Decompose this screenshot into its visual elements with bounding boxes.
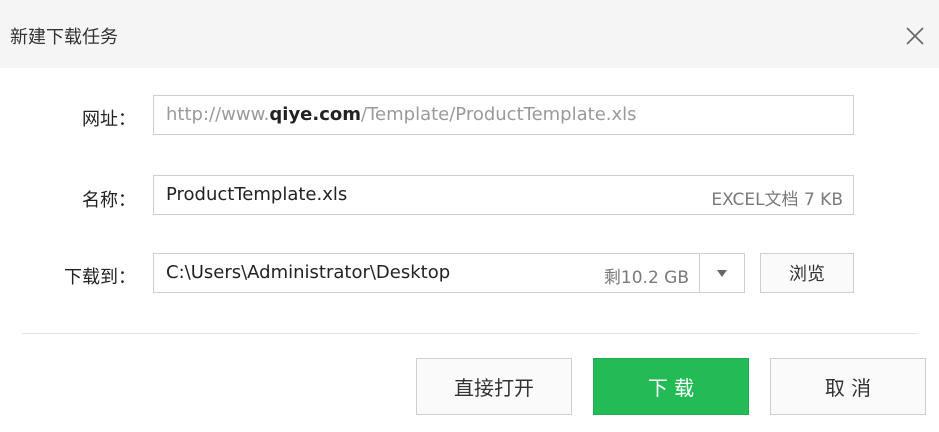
dialog-title: 新建下载任务	[10, 27, 118, 48]
url-path: /Template/ProductTemplate.xls	[361, 104, 637, 125]
url-domain: qiye.com	[269, 104, 362, 125]
chevron-down-icon	[717, 270, 727, 277]
name-label: 名称：	[82, 190, 136, 211]
filename-value: ProductTemplate.xls	[166, 184, 348, 205]
save-path-value: C:\Users\Administrator\Desktop	[166, 262, 451, 283]
browse-button[interactable]: 浏览	[760, 253, 854, 293]
close-icon[interactable]	[905, 26, 925, 46]
url-label: 网址：	[82, 109, 136, 130]
filename-field[interactable]: ProductTemplate.xls EXCEL文档 7 KB	[153, 175, 854, 215]
save-path-field[interactable]: C:\Users\Administrator\Desktop 剩10.2 GB	[153, 253, 700, 293]
download-button[interactable]: 下 载	[593, 358, 749, 415]
dialog-title-bar: 新建下载任务	[0, 0, 939, 68]
open-directly-button[interactable]: 直接打开	[416, 358, 572, 415]
save-path-dropdown[interactable]	[699, 253, 745, 293]
url-prefix: http://www.	[166, 104, 270, 125]
cancel-button[interactable]: 取 消	[770, 358, 926, 415]
file-info: EXCEL文档 7 KB	[711, 190, 843, 210]
divider	[22, 333, 917, 334]
url-field[interactable]: http://www.qiye.com/Template/ProductTemp…	[153, 95, 854, 135]
free-space: 剩10.2 GB	[603, 268, 689, 288]
save-to-label: 下载到：	[64, 267, 136, 288]
